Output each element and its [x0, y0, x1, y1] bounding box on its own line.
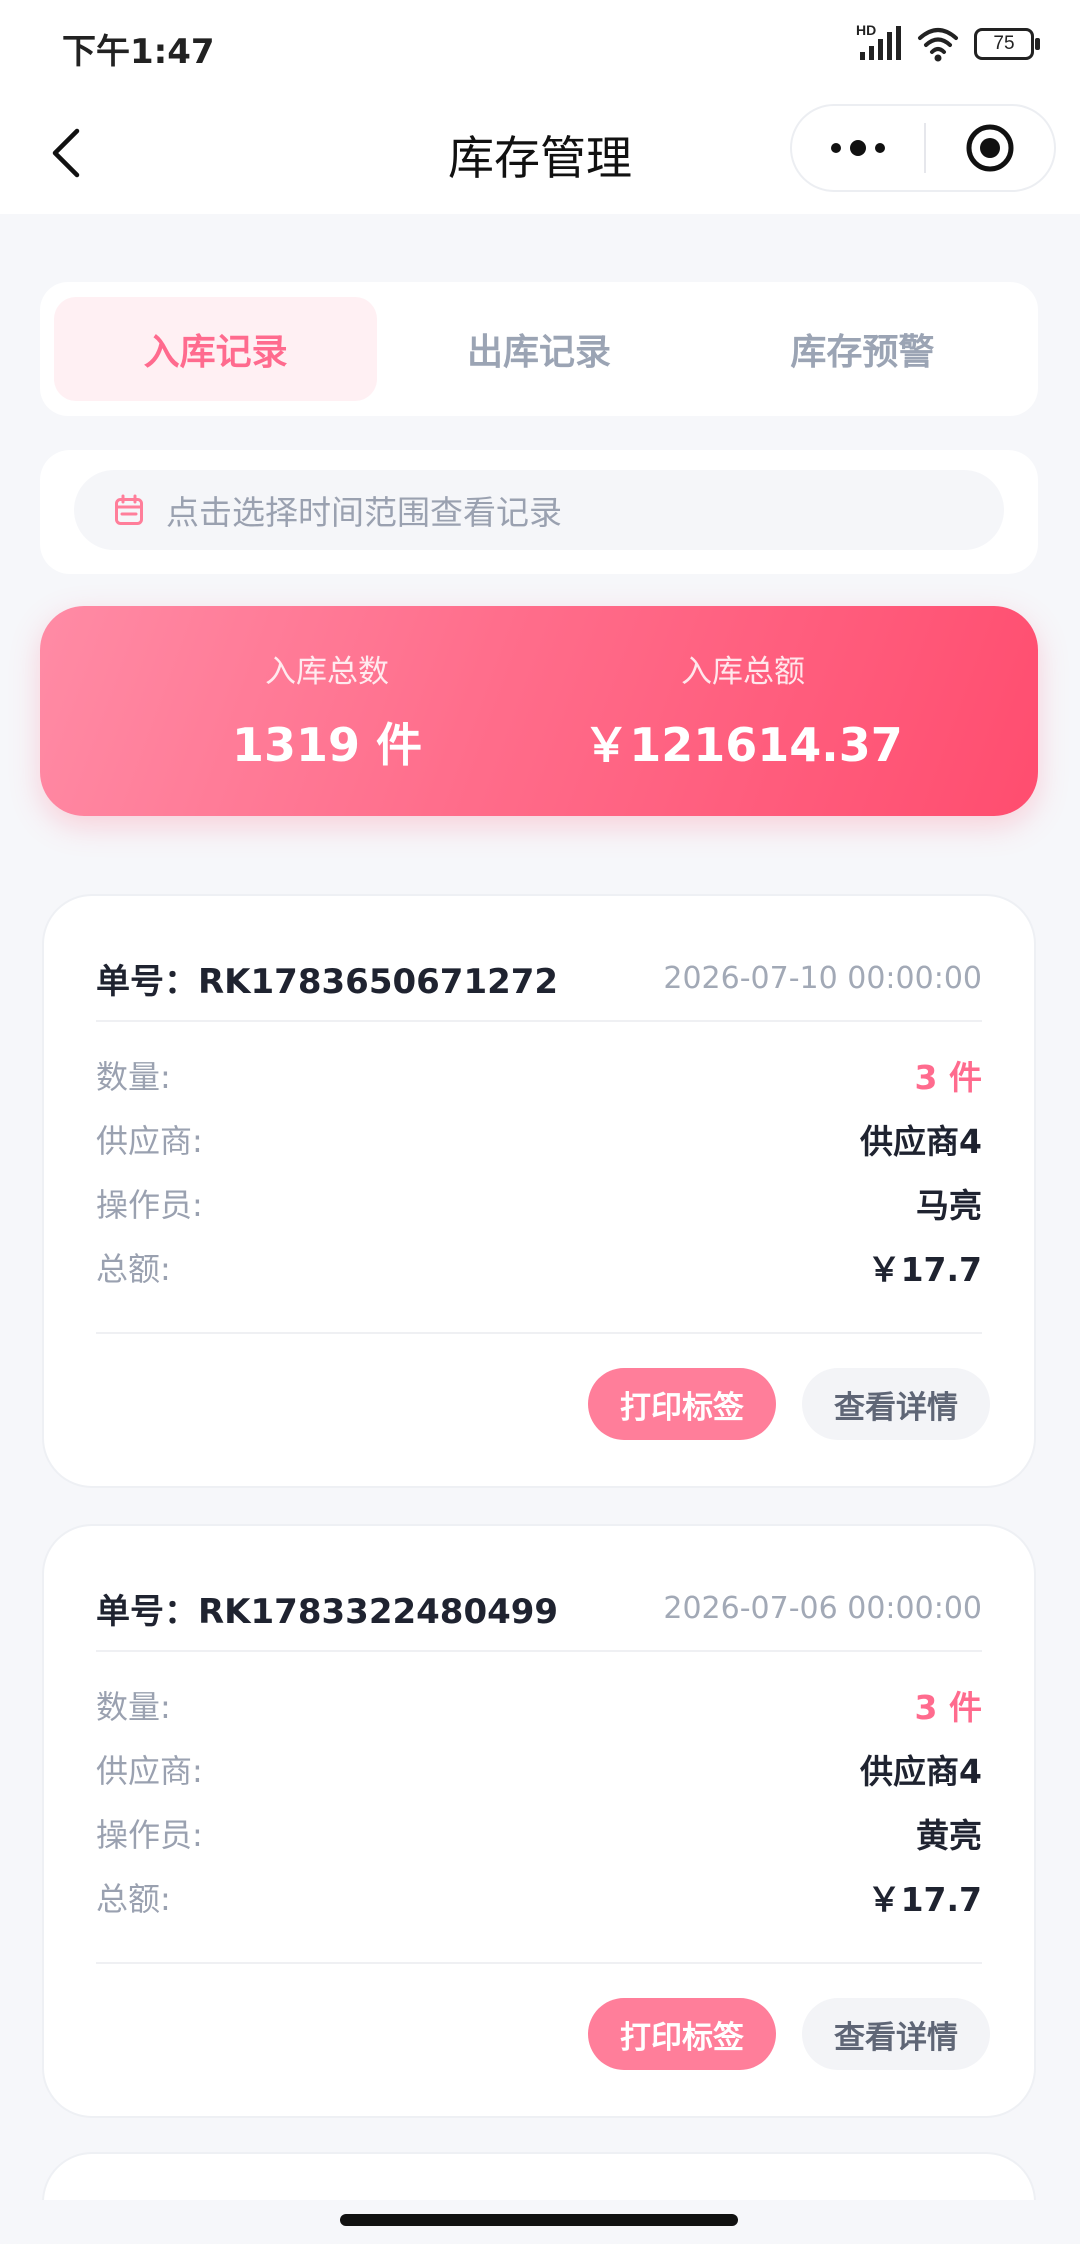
home-indicator[interactable]	[340, 2214, 738, 2226]
status-bar: 下午1:47 HD 75	[0, 0, 1080, 92]
quantity-row: 数量: 3 件	[96, 1680, 982, 1730]
quantity-value: 3 件	[914, 1688, 982, 1727]
supplier-value: 供应商4	[860, 1122, 982, 1161]
navigation-bar: 库存管理	[0, 92, 1080, 214]
divider	[96, 1332, 982, 1334]
tab-stock-warning[interactable]: 库存预警	[701, 297, 1024, 401]
print-label-button[interactable]: 打印标签	[588, 1998, 776, 2070]
quantity-value: 3 件	[914, 1058, 982, 1097]
record-header: 单号：RK1783322480499 2026-07-06 00:00:00	[96, 1578, 982, 1638]
divider	[96, 1962, 982, 1964]
total-value: ￥17.7	[867, 1880, 982, 1919]
close-miniprogram-button[interactable]	[926, 106, 1054, 190]
operator-value: 马亮	[916, 1186, 982, 1225]
total-value: ￥17.7	[867, 1250, 982, 1289]
quantity-row: 数量: 3 件	[96, 1050, 982, 1100]
total-amount-block: 入库总额 ￥121614.37	[543, 646, 943, 775]
total-amount-value: ￥121614.37	[583, 718, 903, 772]
operator-row: 操作员: 马亮	[96, 1178, 982, 1228]
supplier-label: 供应商:	[96, 1122, 203, 1160]
wifi-icon	[916, 24, 960, 64]
signal-icon: HD	[856, 22, 902, 64]
quantity-label: 数量:	[96, 1688, 171, 1726]
tab-outbound-records[interactable]: 出库记录	[377, 297, 700, 401]
record-header: 单号：RK1783650671272 2026-07-10 00:00:00	[96, 948, 982, 1008]
supplier-row: 供应商: 供应商4	[96, 1114, 982, 1164]
order-number: 单号：RK1783322480499	[96, 1591, 559, 1632]
total-count-value: 1319 件	[231, 718, 423, 772]
divider	[96, 1650, 982, 1652]
date-range-placeholder: 点击选择时间范围查看记录	[166, 493, 562, 532]
date-filter-card: 点击选择时间范围查看记录	[40, 450, 1038, 574]
operator-row: 操作员: 黄亮	[96, 1808, 982, 1858]
print-label-button[interactable]: 打印标签	[588, 1368, 776, 1440]
more-dot-icon	[850, 140, 866, 156]
divider	[96, 1020, 982, 1022]
supplier-value: 供应商4	[860, 1752, 982, 1791]
total-count-label: 入库总数	[265, 654, 389, 690]
battery-icon: 75	[974, 28, 1040, 60]
battery-level: 75	[993, 33, 1015, 54]
operator-label: 操作员:	[96, 1816, 203, 1854]
total-amount-label: 入库总额	[681, 654, 805, 690]
operator-label: 操作员:	[96, 1186, 203, 1224]
view-detail-button[interactable]: 查看详情	[802, 1998, 990, 2070]
tab-inbound-records[interactable]: 入库记录	[54, 297, 378, 401]
inbound-summary-card: 入库总数 1319 件 入库总额 ￥121614.37	[40, 606, 1038, 816]
record-card[interactable]: 单号：RK1783322480499 2026-07-06 00:00:00 数…	[42, 1524, 1036, 2118]
calendar-icon	[115, 494, 143, 525]
record-date: 2026-07-10 00:00:00	[663, 960, 982, 996]
total-row: 总额: ￥17.7	[96, 1242, 982, 1292]
status-icons: HD 75	[856, 22, 1040, 66]
supplier-label: 供应商:	[96, 1752, 203, 1790]
order-number: 单号：RK1783650671272	[96, 961, 559, 1002]
status-time: 下午1:47	[62, 32, 215, 72]
record-tabs: 入库记录 出库记录 库存预警	[40, 282, 1038, 416]
more-dot-icon	[831, 143, 841, 153]
total-count-block: 入库总数 1319 件	[127, 646, 527, 775]
mini-program-capsule	[790, 104, 1056, 192]
total-row: 总额: ￥17.7	[96, 1872, 982, 1922]
record-date: 2026-07-06 00:00:00	[663, 1590, 982, 1626]
total-label: 总额:	[96, 1250, 171, 1288]
record-card[interactable]: 单号：RK1783650671272 2026-07-10 00:00:00 数…	[42, 894, 1036, 1488]
more-dot-icon	[875, 143, 885, 153]
date-range-picker[interactable]: 点击选择时间范围查看记录	[74, 470, 1004, 550]
view-detail-button[interactable]: 查看详情	[802, 1368, 990, 1440]
total-label: 总额:	[96, 1880, 171, 1918]
quantity-label: 数量:	[96, 1058, 171, 1096]
more-button[interactable]	[792, 106, 924, 190]
operator-value: 黄亮	[916, 1816, 982, 1855]
target-circle-icon	[966, 124, 1014, 172]
supplier-row: 供应商: 供应商4	[96, 1744, 982, 1794]
